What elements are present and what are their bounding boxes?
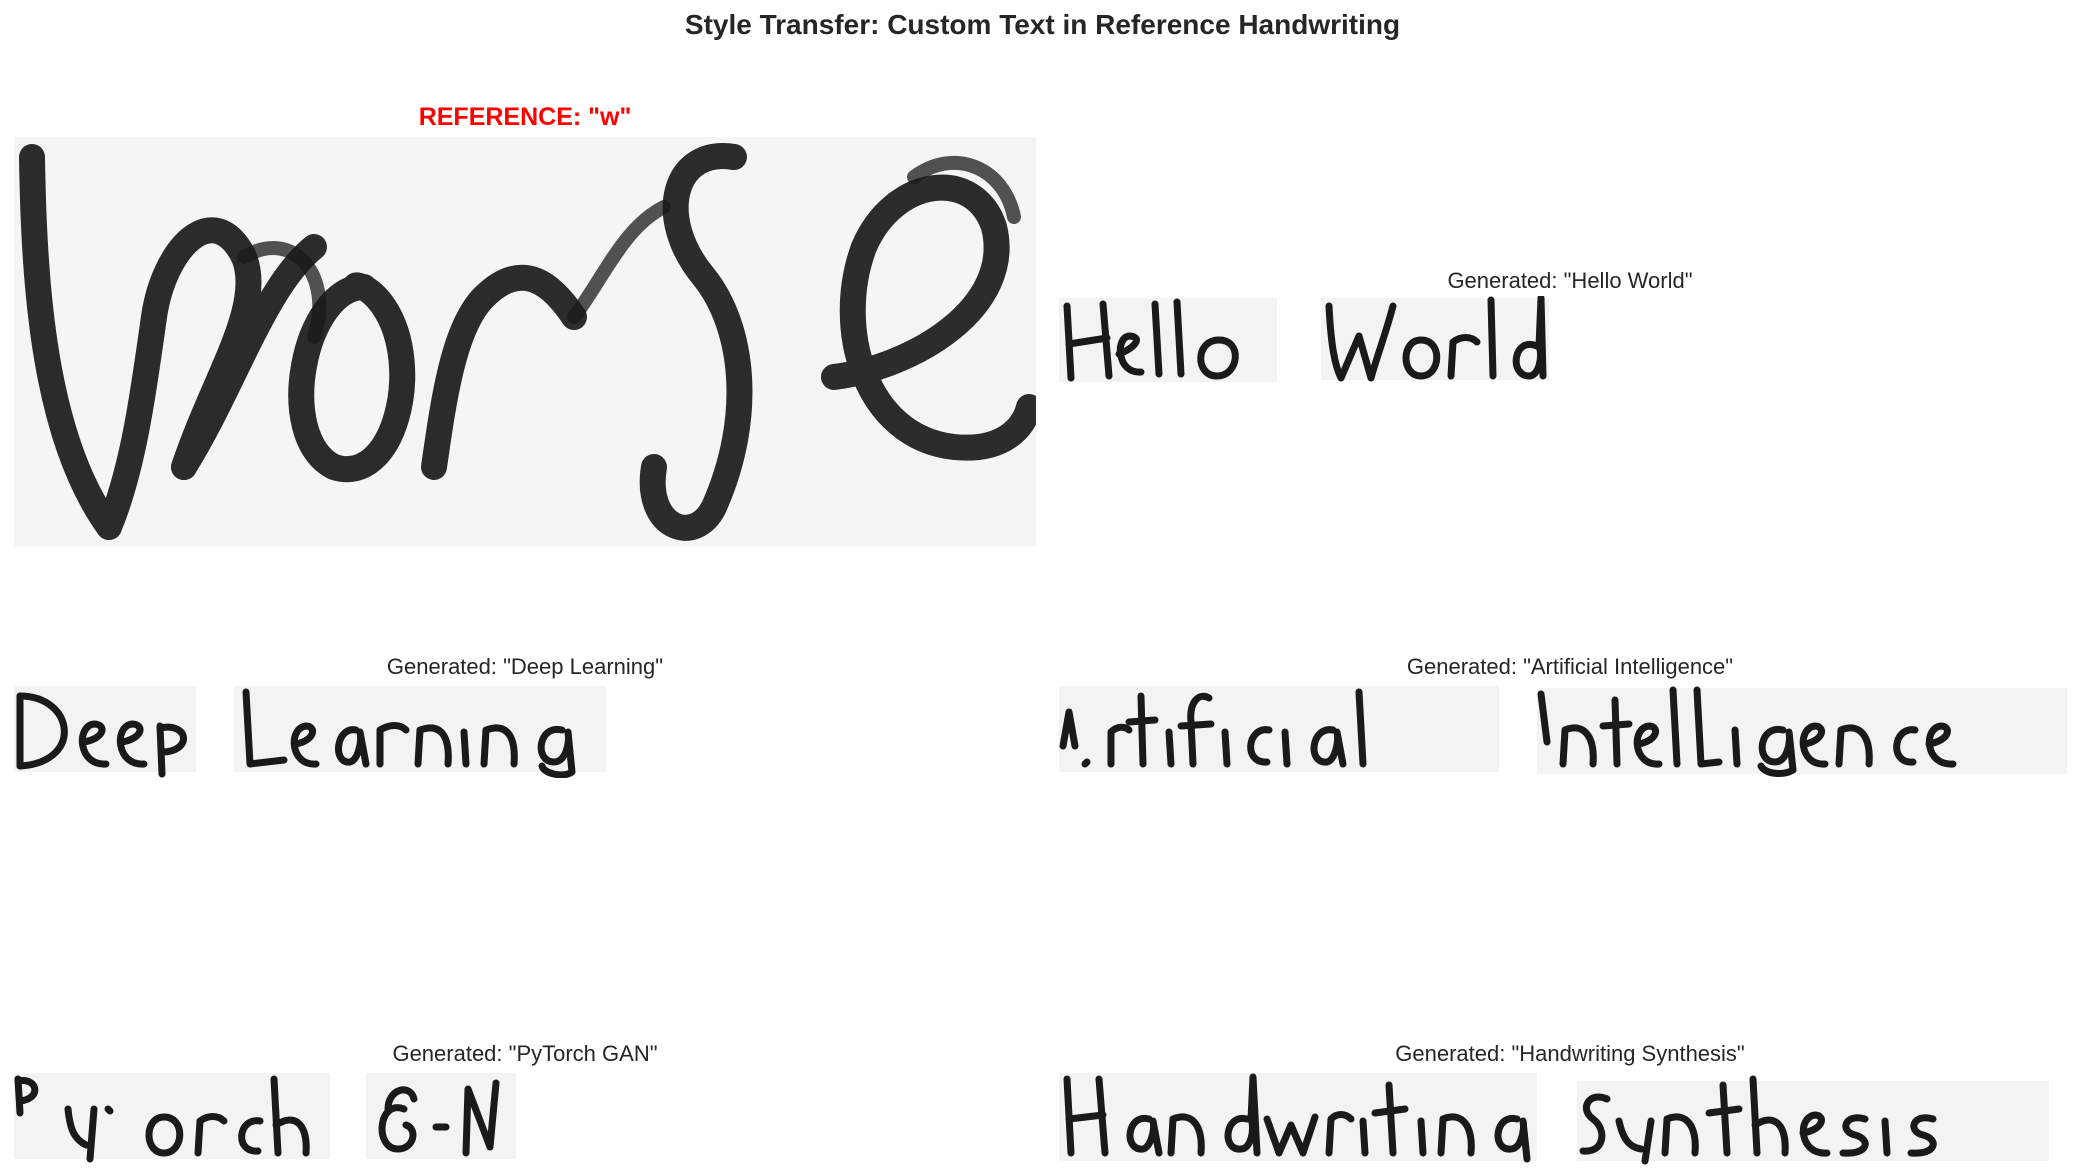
generated-image-pytorch-gan (14, 1069, 1036, 1165)
reference-title: REFERENCE: "w" (418, 103, 632, 131)
generated-image-handwriting-synthesis (1059, 1069, 2081, 1165)
generated-title-artificial-intelligence: Generated: "Artificial Intelligence" (1406, 654, 1734, 679)
generated-title-handwriting-synthesis: Generated: "Handwriting Synthesis" (1395, 1041, 1745, 1066)
generated-title-pytorch-gan: Generated: "PyTorch GAN" (392, 1041, 658, 1066)
generated-image-deep-learning (14, 682, 1036, 778)
generated-title-hello-world: Generated: "Hello World" (1447, 268, 1693, 293)
figure-title: Style Transfer: Custom Text in Reference… (684, 9, 1401, 40)
generated-image-artificial-intelligence (1059, 682, 2081, 778)
reference-handwriting-image (14, 137, 1036, 547)
generated-title-deep-learning: Generated: "Deep Learning" (386, 654, 664, 679)
generated-image-hello-world (1059, 296, 2081, 386)
